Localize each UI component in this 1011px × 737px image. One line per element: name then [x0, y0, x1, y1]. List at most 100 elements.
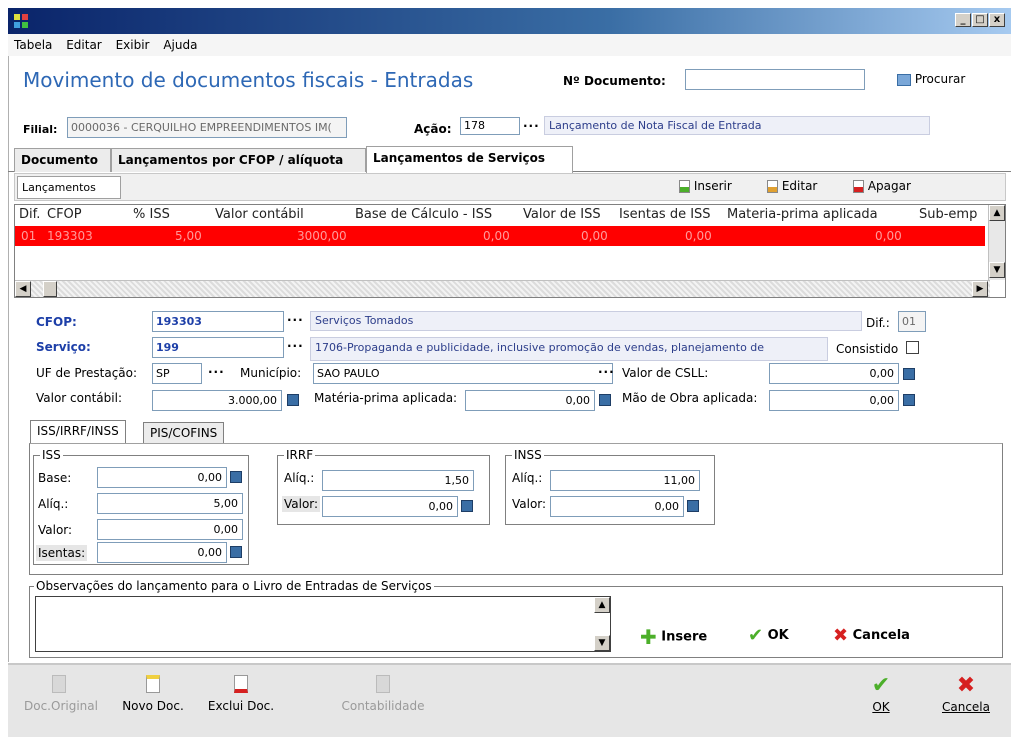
- obs-scroll-up-icon[interactable]: ▲: [594, 597, 610, 613]
- tab-iss-irrf-inss[interactable]: ISS/IRRF/INSS: [30, 420, 126, 444]
- scroll-left-icon[interactable]: ◀: [15, 281, 31, 297]
- inss-aliq-label: Alíq.:: [512, 471, 543, 485]
- materia-input[interactable]: 0,00: [465, 390, 595, 411]
- menu-ajuda[interactable]: Ajuda: [163, 34, 197, 56]
- observacoes-title: Observações do lançamento para o Livro d…: [34, 579, 434, 593]
- servico-lookup-button[interactable]: ···: [287, 339, 304, 353]
- tab-lancamentos-servicos[interactable]: Lançamentos de Serviços: [366, 146, 573, 173]
- scroll-thumb[interactable]: [43, 281, 57, 297]
- minimize-button[interactable]: _: [955, 13, 971, 27]
- contabilidade-button[interactable]: Contabilidade: [338, 675, 428, 713]
- insert-label: Inserir: [693, 179, 732, 193]
- scroll-right-icon[interactable]: ▶: [972, 281, 988, 297]
- inss-valor-label: Valor:: [512, 497, 547, 511]
- acao-description: Lançamento de Nota Fiscal de Entrada: [544, 116, 930, 135]
- table-row[interactable]: 01 193303 5,00 3000,00 0,00 0,00 0,00 0,…: [15, 226, 985, 246]
- menu-exibir[interactable]: Exibir: [116, 34, 150, 56]
- doc-original-button[interactable]: Doc.Original: [24, 675, 98, 713]
- tab-lancamentos-cfop[interactable]: Lançamentos por CFOP / alíquota: [111, 148, 366, 172]
- cfop-input[interactable]: 193303: [152, 311, 284, 332]
- novo-doc-label: Novo Doc.: [122, 699, 184, 713]
- iss-base-input[interactable]: 0,00: [97, 467, 227, 488]
- inss-aliq-input[interactable]: 11,00: [550, 470, 700, 491]
- col-iss-pct[interactable]: % ISS: [133, 207, 170, 222]
- cancela-main-label: Cancela: [941, 700, 990, 714]
- observacoes-textarea[interactable]: [35, 596, 611, 652]
- col-materia-prima[interactable]: Materia-prima aplicada: [727, 207, 878, 222]
- mao-obra-input[interactable]: 0,00: [769, 390, 899, 411]
- scroll-up-icon[interactable]: ▲: [989, 205, 1005, 221]
- subtab-lancamentos[interactable]: Lançamentos: [17, 176, 121, 199]
- inss-group-title: INSS: [512, 448, 544, 462]
- maximize-button[interactable]: □: [972, 13, 988, 27]
- calculator-icon[interactable]: [687, 500, 699, 512]
- valor-contabil-input[interactable]: 3.000,00: [152, 390, 282, 411]
- cancela-label: Cancela: [852, 628, 910, 643]
- menu-editar[interactable]: Editar: [66, 34, 102, 56]
- consistido-checkbox[interactable]: [906, 341, 919, 354]
- obs-scroll-down-icon[interactable]: ▼: [594, 635, 610, 651]
- acao-input[interactable]: 178: [460, 117, 520, 135]
- calculator-icon[interactable]: [230, 546, 242, 558]
- iss-valor-input[interactable]: 0,00: [97, 519, 243, 540]
- cancela-button[interactable]: ✖ Cancela: [833, 625, 910, 646]
- cancel-icon: ✖: [956, 673, 976, 698]
- edit-label: Editar: [781, 179, 818, 193]
- acao-lookup-button[interactable]: ···: [523, 119, 540, 133]
- col-valor-iss[interactable]: Valor de ISS: [523, 207, 601, 222]
- uf-input[interactable]: SP: [152, 363, 202, 384]
- exclui-doc-button[interactable]: Exclui Doc.: [206, 675, 276, 713]
- col-cfop[interactable]: CFOP: [47, 207, 82, 222]
- municipio-input[interactable]: SAO PAULO: [313, 363, 613, 384]
- uf-label: UF de Prestação:: [36, 366, 138, 380]
- ok-main-button[interactable]: ✔ OK: [861, 675, 901, 715]
- edit-button[interactable]: Editar: [767, 179, 817, 193]
- calculator-icon[interactable]: [599, 394, 611, 406]
- tab-pis-cofins[interactable]: PIS/COFINS: [143, 422, 225, 444]
- valor-contabil-label: Valor contábil:: [36, 391, 122, 405]
- uf-lookup-button[interactable]: ···: [208, 365, 225, 379]
- irrf-aliq-label: Alíq.:: [284, 471, 315, 485]
- dif-label: Dif.:: [866, 316, 890, 330]
- insert-button[interactable]: Inserir: [679, 179, 732, 193]
- calculator-icon[interactable]: [230, 471, 242, 483]
- lancamentos-toolbar: Lançamentos Inserir Editar Apagar: [14, 173, 1006, 201]
- iss-isentas-input[interactable]: 0,00: [97, 542, 227, 563]
- menu-tabela[interactable]: Tabela: [14, 34, 52, 56]
- calculator-icon[interactable]: [903, 394, 915, 406]
- municipio-lookup-button[interactable]: ···: [598, 365, 615, 379]
- scroll-down-icon[interactable]: ▼: [989, 262, 1005, 278]
- irrf-valor-label: Valor:: [282, 496, 321, 512]
- col-dif[interactable]: Dif.: [19, 207, 40, 222]
- search-button[interactable]: Procurar: [897, 72, 965, 86]
- col-sub-emp[interactable]: Sub-emp: [919, 207, 977, 222]
- col-base-calculo[interactable]: Base de Cálculo - ISS: [355, 207, 492, 222]
- inss-valor-input[interactable]: 0,00: [550, 496, 684, 517]
- servico-input[interactable]: 199: [152, 337, 284, 358]
- cfop-lookup-button[interactable]: ···: [287, 313, 304, 327]
- cancela-main-button[interactable]: ✖ Cancela: [936, 673, 996, 715]
- irrf-group-title: IRRF: [284, 448, 316, 462]
- tab-documento[interactable]: Documento: [14, 148, 111, 172]
- delete-button[interactable]: Apagar: [853, 179, 911, 193]
- ok-button[interactable]: ✔ OK: [748, 625, 789, 646]
- doc-number-input[interactable]: [685, 69, 865, 90]
- grid-vertical-scrollbar[interactable]: ▲ ▼: [988, 205, 1005, 280]
- grid-horizontal-scrollbar[interactable]: ◀ ▶: [15, 280, 990, 297]
- novo-doc-button[interactable]: Novo Doc.: [120, 675, 186, 713]
- csll-input[interactable]: 0,00: [769, 363, 899, 384]
- irrf-valor-input[interactable]: 0,00: [322, 496, 458, 517]
- calculator-icon[interactable]: [903, 368, 915, 380]
- dif-input[interactable]: 01: [898, 311, 926, 332]
- col-valor-contabil[interactable]: Valor contábil: [215, 207, 304, 222]
- col-isentas-iss[interactable]: Isentas de ISS: [619, 207, 711, 222]
- insere-button[interactable]: ✚ Insere: [640, 625, 707, 649]
- filial-input[interactable]: 0000036 - CERQUILHO EMPREENDIMENTOS IM(: [67, 117, 347, 138]
- plus-icon: ✚: [640, 625, 657, 649]
- calculator-icon[interactable]: [287, 394, 299, 406]
- irrf-aliq-input[interactable]: 1,50: [322, 470, 474, 491]
- checkmark-icon: ✔: [748, 625, 764, 646]
- iss-aliq-input[interactable]: 5,00: [97, 493, 243, 514]
- calculator-icon[interactable]: [461, 500, 473, 512]
- close-button[interactable]: x: [989, 13, 1005, 27]
